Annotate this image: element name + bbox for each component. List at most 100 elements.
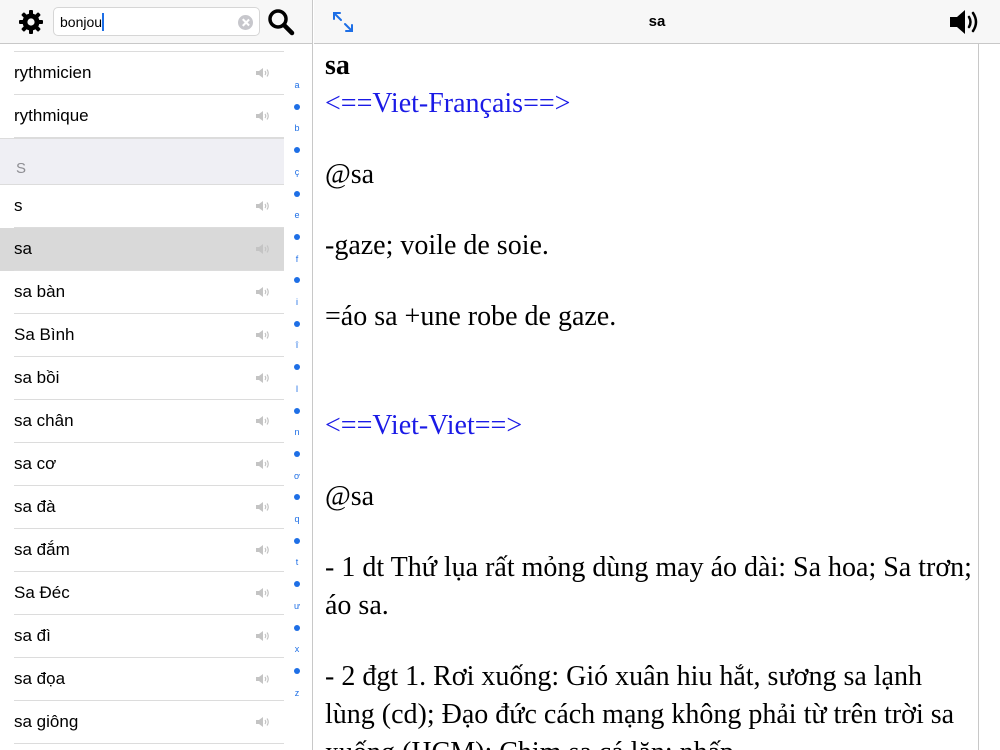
search-field[interactable] (53, 7, 260, 36)
definition-head: @sa (325, 159, 375, 190)
gear-icon[interactable] (18, 9, 44, 35)
small-speaker-icon[interactable] (255, 200, 270, 212)
list-item[interactable]: sa đắm (0, 529, 284, 572)
index-letter[interactable]: a (285, 80, 309, 90)
index-letter[interactable]: î (285, 340, 309, 350)
index-letter[interactable]: b (285, 123, 309, 133)
list-item-label: sa giông (14, 712, 79, 731)
small-speaker-icon[interactable] (255, 372, 270, 384)
speaker-icon[interactable] (948, 7, 982, 37)
small-speaker-icon[interactable] (255, 716, 270, 728)
index-letter[interactable]: ơ (285, 471, 309, 481)
entry-title: sa (648, 13, 666, 30)
list-item[interactable]: Sa Đéc (0, 572, 284, 615)
small-speaker-icon[interactable] (255, 587, 270, 599)
list-item[interactable]: sa giông (0, 701, 284, 744)
entry-pane: sa sa <==Viet-Français==> @sa -gaze; voi… (314, 0, 1000, 750)
list-item[interactable]: Sa Bình (0, 314, 284, 357)
word-list: rythmicien rythmique Ss sa sa bàn Sa Bình sa b… (0, 44, 284, 750)
list-item-label: sa bàn (14, 282, 66, 301)
word-list-pane: rythmicien rythmique Ss sa sa bàn Sa Bình sa b… (0, 0, 313, 750)
list-item-label: Sa Đéc (14, 583, 70, 602)
index-dot[interactable] (294, 190, 300, 197)
list-item[interactable]: sa chân (0, 400, 284, 443)
index-dot[interactable] (294, 320, 300, 327)
small-speaker-icon[interactable] (255, 110, 270, 122)
definition-line: -gaze; voile de soie. (325, 230, 549, 261)
small-speaker-icon[interactable] (255, 415, 270, 427)
small-speaker-icon[interactable] (255, 243, 270, 255)
list-item-label: sa bồi (14, 368, 60, 387)
entry-headword: sa (325, 50, 350, 81)
small-speaker-icon[interactable] (255, 630, 270, 642)
definition-line: - 2 đgt 1. Rơi xuống: Gió xuân hiu hắt, … (325, 661, 955, 750)
scrollbar[interactable] (978, 44, 1000, 750)
clear-icon[interactable] (238, 15, 253, 30)
text-caret (102, 13, 104, 31)
list-item-label: sa chân (14, 411, 74, 430)
list-item-label: sa đọa (14, 669, 66, 688)
divider (14, 743, 284, 744)
list-item[interactable]: sa đọa (0, 658, 284, 701)
list-item-label: sa cơ (14, 454, 57, 473)
small-speaker-icon[interactable] (255, 458, 270, 470)
magnifier-icon[interactable] (266, 7, 296, 37)
list-item[interactable]: rythmique (0, 95, 284, 138)
list-item-label: rythmique (14, 106, 89, 125)
entry-toolbar: sa (314, 0, 1000, 44)
list-item[interactable]: sa (0, 228, 284, 271)
small-speaker-icon[interactable] (255, 501, 270, 513)
definition-line: - 1 dt Thứ lụa rất mỏng dùng may áo dài:… (325, 552, 972, 621)
list-item-label: sa đắm (14, 540, 70, 559)
list-item[interactable]: sa bồi (0, 357, 284, 400)
index-dot[interactable] (294, 494, 300, 501)
search-input[interactable] (60, 12, 230, 32)
small-speaker-icon[interactable] (255, 329, 270, 341)
list-item-label: Sa Bình (14, 325, 75, 344)
index-dot[interactable] (294, 624, 300, 631)
index-dot[interactable] (294, 233, 300, 240)
alphabet-index[interactable]: a b ç e f i î l n ơ q t ư x z (285, 80, 309, 720)
list-item[interactable]: sa đà (0, 486, 284, 529)
index-dot[interactable] (294, 537, 300, 544)
index-dot[interactable] (294, 667, 300, 674)
list-item[interactable]: sa cơ (0, 443, 284, 486)
list-item-label: sa đà (14, 497, 56, 516)
list-item[interactable]: s (0, 185, 284, 228)
list-item-label: sa đì (14, 626, 51, 645)
index-letter[interactable]: f (285, 254, 309, 264)
list-item-label: s (14, 196, 23, 215)
index-letter[interactable]: ç (285, 167, 309, 177)
index-letter[interactable]: i (285, 297, 309, 307)
list-item-label: rythmicien (14, 63, 92, 82)
search-toolbar (0, 0, 312, 44)
index-dot[interactable] (294, 581, 300, 588)
index-dot[interactable] (294, 103, 300, 110)
index-letter[interactable]: e (285, 210, 309, 220)
small-speaker-icon[interactable] (255, 544, 270, 556)
small-speaker-icon[interactable] (255, 67, 270, 79)
list-item[interactable]: rythmicien (0, 52, 284, 95)
definition-head: @sa (325, 481, 375, 512)
index-letter[interactable]: q (285, 514, 309, 524)
index-dot[interactable] (294, 147, 300, 154)
small-speaker-icon[interactable] (255, 673, 270, 685)
index-letter[interactable]: n (285, 427, 309, 437)
index-letter[interactable]: ư (285, 601, 309, 611)
index-letter[interactable]: x (285, 644, 309, 654)
section-header: S (0, 138, 284, 185)
list-item[interactable]: sa bàn (0, 271, 284, 314)
index-dot[interactable] (294, 407, 300, 414)
entry-content: sa <==Viet-Français==> @sa -gaze; voile … (314, 44, 978, 750)
index-letter[interactable]: z (285, 688, 309, 698)
section-header-label: S (16, 160, 27, 177)
index-letter[interactable]: l (285, 384, 309, 394)
index-letter[interactable]: t (285, 557, 309, 567)
list-item[interactable]: sa đì (0, 615, 284, 658)
dictionary-heading-viet-viet: <==Viet-Viet==> (325, 410, 523, 441)
index-dot[interactable] (294, 450, 300, 457)
index-dot[interactable] (294, 364, 300, 371)
small-speaker-icon[interactable] (255, 286, 270, 298)
index-dot[interactable] (294, 277, 300, 284)
dictionary-heading-viet-francais: <==Viet-Français==> (325, 88, 571, 119)
